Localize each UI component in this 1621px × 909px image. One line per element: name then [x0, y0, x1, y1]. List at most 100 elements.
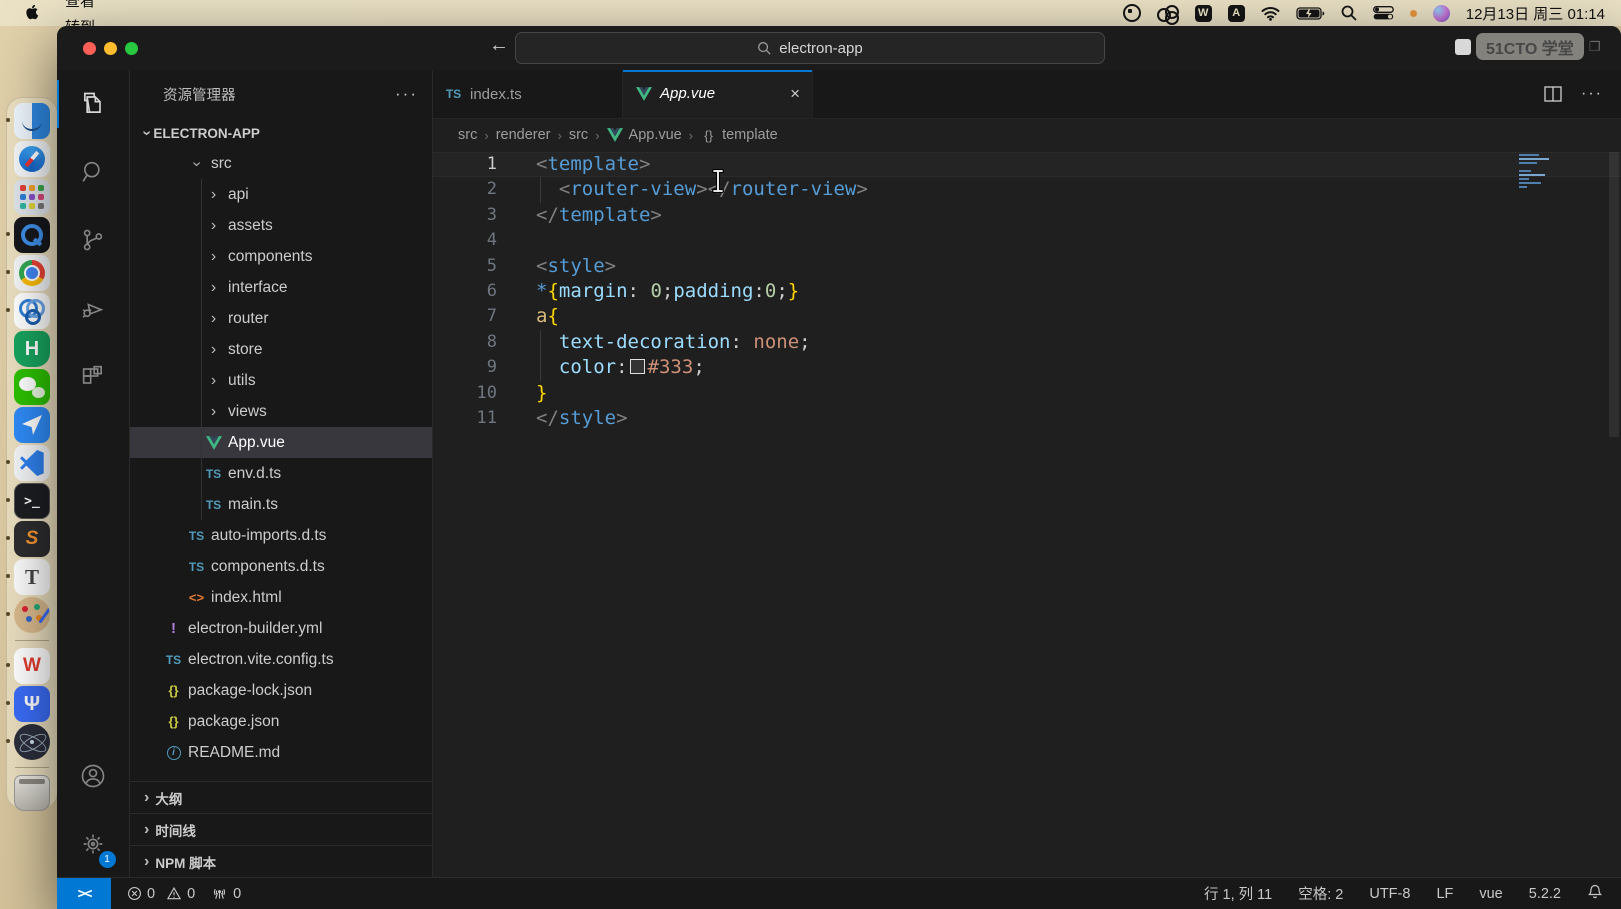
siri-icon[interactable] — [1433, 5, 1450, 22]
status-encoding[interactable]: UTF-8 — [1369, 886, 1410, 902]
code-line-1[interactable]: 1<template> — [433, 152, 1621, 177]
status-eol[interactable]: LF — [1436, 886, 1453, 902]
sidebar-section-NPM 脚本[interactable]: ›NPM 脚本 — [130, 845, 432, 877]
menu-item-4[interactable]: 查看 — [53, 0, 115, 13]
code-line-6[interactable]: 6*{margin: 0;padding:0;} — [433, 279, 1621, 304]
minimize-window-button[interactable] — [104, 42, 117, 55]
close-tab-icon[interactable]: × — [790, 84, 800, 104]
tree-item-electron.vite.config.ts[interactable]: TSelectron.vite.config.ts — [130, 644, 432, 675]
wps-menu-icon[interactable]: W — [1195, 5, 1212, 22]
tree-item-components[interactable]: ›components — [130, 241, 432, 272]
tree-item-utils[interactable]: ›utils — [130, 365, 432, 396]
dock-icon-dingtalk[interactable] — [14, 407, 50, 443]
tree-item-index.html[interactable]: <>index.html — [130, 582, 432, 613]
tree-item-views[interactable]: ›views — [130, 396, 432, 427]
status-language-mode[interactable]: vue — [1479, 886, 1502, 902]
dock-icon-wps-office[interactable]: W — [14, 648, 50, 684]
zoom-window-button[interactable] — [125, 42, 138, 55]
navigate-back-button[interactable]: ← — [485, 34, 513, 57]
dock-icon-deer-app[interactable]: Ψ — [14, 686, 50, 722]
layout-grid-icon[interactable]: ❐ — [1589, 39, 1602, 55]
breadcrumb-item-renderer[interactable]: renderer — [496, 127, 551, 143]
control-center-icon[interactable] — [1373, 3, 1394, 23]
sidebar-section-时间线[interactable]: ›时间线 — [130, 813, 432, 845]
tree-item-main.ts[interactable]: TSmain.ts — [130, 489, 432, 520]
editor-scrollbar[interactable] — [1609, 152, 1619, 437]
breadcrumb-item-template[interactable]: {}template — [700, 127, 778, 143]
command-center-search[interactable]: electron-app — [515, 32, 1105, 64]
dock-icon-finder[interactable] — [14, 103, 50, 139]
dock-icon-wechat[interactable] — [14, 369, 50, 405]
editor-code[interactable]: 1<template>2 <router-view></router-view>… — [433, 152, 1621, 878]
tree-item-App.vue[interactable]: App.vue — [130, 427, 432, 458]
split-editor-icon[interactable] — [1543, 84, 1563, 104]
code-line-11[interactable]: 11</style> — [433, 406, 1621, 431]
breadcrumb-item-src[interactable]: src — [458, 127, 477, 143]
tab-index.ts[interactable]: TSindex.ts — [433, 70, 623, 118]
explorer-more-icon[interactable]: ··· — [395, 84, 418, 104]
tree-item-api[interactable]: ›api — [130, 179, 432, 210]
tree-item-auto-imports.d.ts[interactable]: TSauto-imports.d.ts — [130, 520, 432, 551]
code-line-8[interactable]: 8 text-decoration: none; — [433, 330, 1621, 355]
wifi-icon[interactable] — [1261, 3, 1280, 23]
tree-item-src[interactable]: ›src — [130, 148, 432, 179]
dock-icon-vscode[interactable] — [14, 445, 50, 481]
tree-item-env.d.ts[interactable]: TSenv.d.ts — [130, 458, 432, 489]
code-line-7[interactable]: 7a{ — [433, 304, 1621, 329]
code-line-2[interactable]: 2 <router-view></router-view> — [433, 177, 1621, 202]
activity-explorer[interactable] — [57, 70, 130, 138]
activity-run-debug[interactable] — [57, 274, 130, 342]
dock-icon-safari[interactable] — [14, 141, 50, 177]
dock-icon-hbuilderx[interactable]: H — [14, 331, 50, 367]
app-braid-icon[interactable] — [1157, 5, 1179, 21]
apple-icon[interactable] — [14, 0, 53, 26]
settings-button[interactable]: 1 — [57, 810, 130, 878]
battery-icon[interactable] — [1296, 3, 1325, 23]
account-button[interactable] — [57, 742, 130, 810]
tree-item-package.json[interactable]: {}package.json — [130, 706, 432, 737]
workspace-section-header[interactable]: › ELECTRON-APP — [130, 118, 432, 148]
activity-extensions[interactable] — [57, 342, 130, 410]
code-line-10[interactable]: 10} — [433, 381, 1621, 406]
minimap[interactable] — [1519, 154, 1563, 194]
dock-icon-app-circles[interactable] — [14, 293, 50, 329]
tree-item-interface[interactable]: ›interface — [130, 272, 432, 303]
code-line-4[interactable]: 4 — [433, 228, 1621, 253]
ports-indicator[interactable]: 0 — [211, 886, 241, 902]
sidebar-section-大纲[interactable]: ›大纲 — [130, 781, 432, 813]
breadcrumb-item-App.vue[interactable]: App.vue — [607, 127, 682, 143]
dock-icon-electron[interactable] — [14, 724, 50, 760]
dock-icon-sublime-text[interactable]: S — [14, 521, 50, 557]
bell-icon[interactable] — [1587, 883, 1603, 904]
activity-source-control[interactable] — [57, 206, 130, 274]
remote-indicator[interactable]: >< — [57, 878, 111, 909]
dock-icon-chrome[interactable] — [14, 255, 50, 291]
tree-item-README.md[interactable]: iREADME.md — [130, 737, 432, 768]
tree-item-router[interactable]: ›router — [130, 303, 432, 334]
tree-item-electron-builder.yml[interactable]: !electron-builder.yml — [130, 613, 432, 644]
assistant-menu-icon[interactable]: A — [1228, 5, 1245, 22]
editor-more-icon[interactable]: ··· — [1581, 85, 1603, 103]
dock-icon-quicktime[interactable] — [14, 217, 50, 253]
tree-item-assets[interactable]: ›assets — [130, 210, 432, 241]
dock-icon-terminal[interactable]: >_ — [14, 483, 50, 519]
status-cursor-position[interactable]: 行 1, 列 11 — [1204, 883, 1272, 904]
dock-icon-textedit[interactable]: T — [14, 559, 50, 595]
tree-item-store[interactable]: ›store — [130, 334, 432, 365]
code-line-3[interactable]: 3</template> — [433, 203, 1621, 228]
dock-icon-launchpad[interactable] — [14, 179, 50, 215]
spotlight-icon[interactable] — [1341, 3, 1357, 23]
code-line-9[interactable]: 9 color:#333; — [433, 355, 1621, 380]
tree-item-components.d.ts[interactable]: TScomponents.d.ts — [130, 551, 432, 582]
dock-icon-trash[interactable] — [14, 775, 50, 811]
breadcrumb-item-src[interactable]: src — [569, 127, 588, 143]
tree-item-package-lock.json[interactable]: {}package-lock.json — [130, 675, 432, 706]
problems-indicator[interactable]: 0 0 — [127, 886, 195, 902]
status-version[interactable]: 5.2.2 — [1529, 886, 1561, 902]
screen-recording-icon[interactable] — [1123, 3, 1141, 23]
code-line-5[interactable]: 5<style> — [433, 254, 1621, 279]
activity-search[interactable] — [57, 138, 130, 206]
close-window-button[interactable] — [83, 42, 96, 55]
tab-App.vue[interactable]: App.vue× — [623, 70, 813, 118]
dock-icon-paint-palette[interactable] — [14, 597, 50, 633]
